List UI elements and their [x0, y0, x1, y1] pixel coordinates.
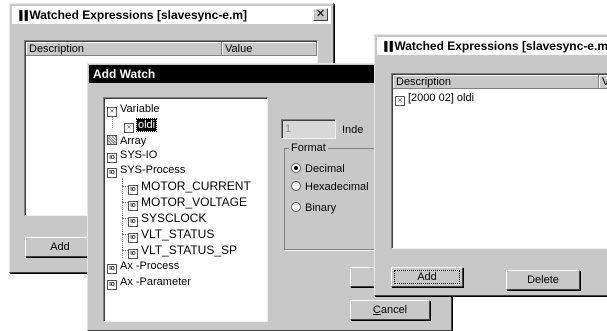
tree-item-vlt-status[interactable]: IO VLT_STATUS: [128, 227, 214, 243]
cancel-label-rest: ancel: [380, 304, 408, 316]
front-add-button[interactable]: Add: [391, 267, 463, 287]
front-window-titlebar[interactable]: ▐▐ Watched Expressions [slavesync-e.m: [377, 37, 607, 55]
tree-item-sys-io[interactable]: IO SYS-IO: [107, 148, 157, 163]
io-icon: IO: [128, 233, 138, 243]
add-button[interactable]: Add: [25, 237, 95, 257]
io-icon: IO: [107, 264, 117, 274]
io-icon: IO: [128, 185, 138, 195]
tree-item-sysclock[interactable]: IO SYSCLOCK: [128, 211, 206, 227]
app-icon: ▐▐: [16, 10, 28, 20]
column-header-value[interactable]: V: [599, 75, 607, 89]
variable-icon: ✕: [124, 123, 134, 133]
dialog-title: Add Watch: [93, 67, 156, 81]
tree-item-oldi[interactable]: ✕ oldi: [124, 118, 158, 133]
variable-icon: ✕: [395, 96, 405, 106]
front-watch-list[interactable]: Description V ✕[2000 02] oldi: [391, 73, 607, 249]
window-titlebar[interactable]: ▐▐ Watched Expressions [slavesync-e.m] ✕: [12, 6, 331, 24]
cancel-mnemonic: C: [372, 304, 381, 316]
tree-item-motor-current[interactable]: IO MOTOR_CURRENT: [128, 179, 251, 195]
list-item[interactable]: ✕ [2000 02] oldi: [395, 91, 474, 106]
watched-expressions-window-front: ▐▐ Watched Expressions [slavesync-e.m De…: [374, 34, 607, 296]
format-binary-radio[interactable]: Binary: [291, 201, 336, 215]
tree-item-array[interactable]: Array: [107, 134, 146, 148]
format-hexadecimal-radio[interactable]: Hexadecimal: [291, 180, 369, 194]
tree-item-sys-process[interactable]: IO SYS-Process: [107, 163, 185, 178]
symbol-tree[interactable]: ✕ Variable ✕ oldi Array IO SYS-IO IO SYS-Pro…: [103, 97, 268, 322]
cancel-button[interactable]: Cancel: [350, 300, 430, 320]
tree-item-variable[interactable]: ✕ Variable: [107, 102, 160, 117]
window-title: Watched Expressions [slavesync-e.m]: [29, 8, 247, 22]
io-icon: IO: [128, 249, 138, 259]
array-icon: [107, 135, 117, 145]
format-decimal-radio[interactable]: Decimal: [291, 162, 345, 176]
io-icon: IO: [107, 280, 117, 290]
index-label: Inde: [342, 124, 364, 136]
variable-icon: ✕: [107, 107, 117, 117]
delete-button[interactable]: Delete: [506, 270, 580, 290]
index-field[interactable]: 1: [281, 119, 336, 139]
tree-item-vlt-status-sp[interactable]: IO VLT_STATUS_SP: [128, 243, 237, 259]
tree-item-ax-process[interactable]: IO Ax -Process: [107, 259, 179, 274]
io-icon: IO: [128, 201, 138, 211]
io-icon: IO: [107, 168, 117, 178]
front-window-title: Watched Expressions [slavesync-e.m: [394, 39, 607, 53]
radio-checked-icon: [291, 163, 301, 173]
app-icon: ▐▐: [381, 41, 393, 51]
io-icon: IO: [128, 217, 138, 227]
tree-item-ax-parameter[interactable]: IO Ax -Parameter: [107, 275, 191, 290]
io-icon: IO: [107, 153, 117, 163]
column-header-value[interactable]: Value: [222, 42, 317, 56]
tree-item-motor-voltage[interactable]: IO MOTOR_VOLTAGE: [128, 195, 247, 211]
column-header-description[interactable]: Description: [393, 75, 599, 89]
column-header-description[interactable]: Description: [26, 42, 222, 56]
radio-unchecked-icon: [291, 202, 301, 212]
format-label: Format: [289, 142, 328, 154]
close-button[interactable]: ✕: [313, 8, 328, 21]
radio-unchecked-icon: [291, 181, 301, 191]
